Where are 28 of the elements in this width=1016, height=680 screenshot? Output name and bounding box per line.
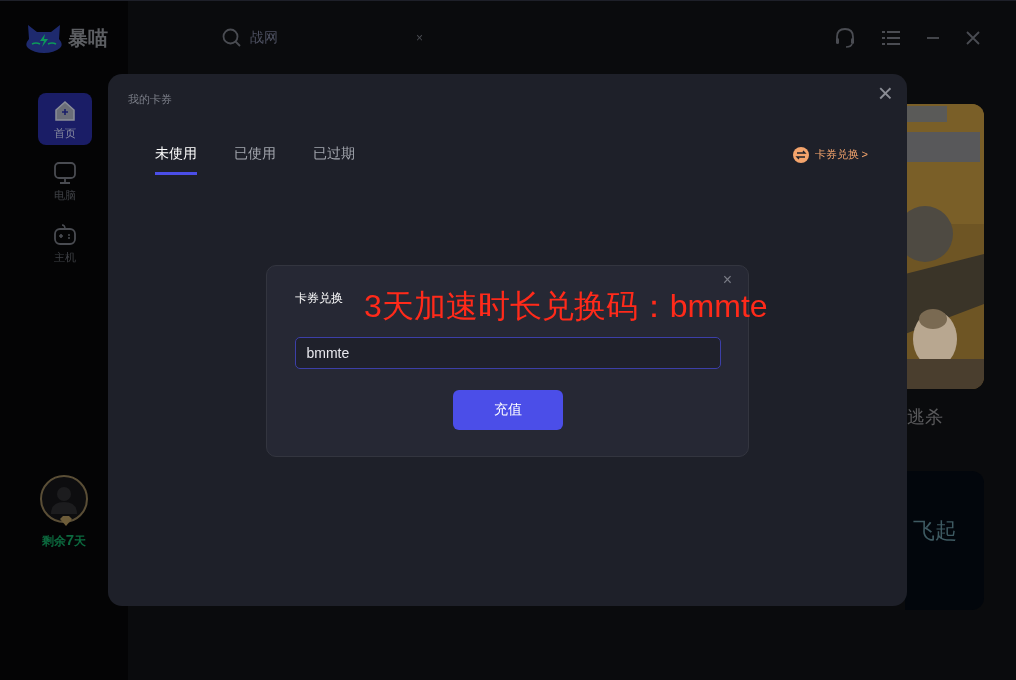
modal-title: 我的卡券 [128, 92, 173, 107]
avatar[interactable] [40, 475, 88, 523]
close-icon[interactable] [966, 31, 980, 45]
search-input[interactable]: 战网 [250, 30, 370, 46]
banner-text: 飞起 [913, 516, 957, 545]
remaining-days: 剩余7天 [41, 531, 87, 550]
person-icon [49, 484, 79, 514]
badge-icon [59, 516, 73, 526]
headset-icon[interactable] [834, 27, 856, 49]
gamepad-icon [52, 221, 78, 248]
tab[interactable]: 已过期 [313, 137, 355, 175]
swap-icon[interactable] [792, 146, 809, 163]
code-input-field[interactable]: bmmte [294, 337, 721, 369]
search-icon [222, 28, 242, 48]
sidebar-item[interactable]: 首页 [38, 93, 92, 145]
menu-icon[interactable] [882, 29, 900, 47]
monitor-icon [52, 159, 78, 186]
close-button[interactable]: × [877, 78, 893, 109]
annotation-text: 3天加速时长兑换码：bmmte [364, 290, 768, 322]
close-button[interactable]: × [722, 272, 732, 288]
tab[interactable]: 已使用 [234, 137, 276, 175]
tab[interactable]: 未使用 [155, 137, 197, 175]
redeem-link[interactable]: 卡券兑换 > [814, 147, 868, 162]
cat-logo-icon [24, 23, 64, 53]
game-title: 逃杀 [907, 406, 943, 429]
dialog-title: 卡券兑换 [295, 290, 343, 307]
logo-text: 暴喵 [68, 25, 108, 51]
recharge-button[interactable]: 充值 [452, 390, 563, 430]
